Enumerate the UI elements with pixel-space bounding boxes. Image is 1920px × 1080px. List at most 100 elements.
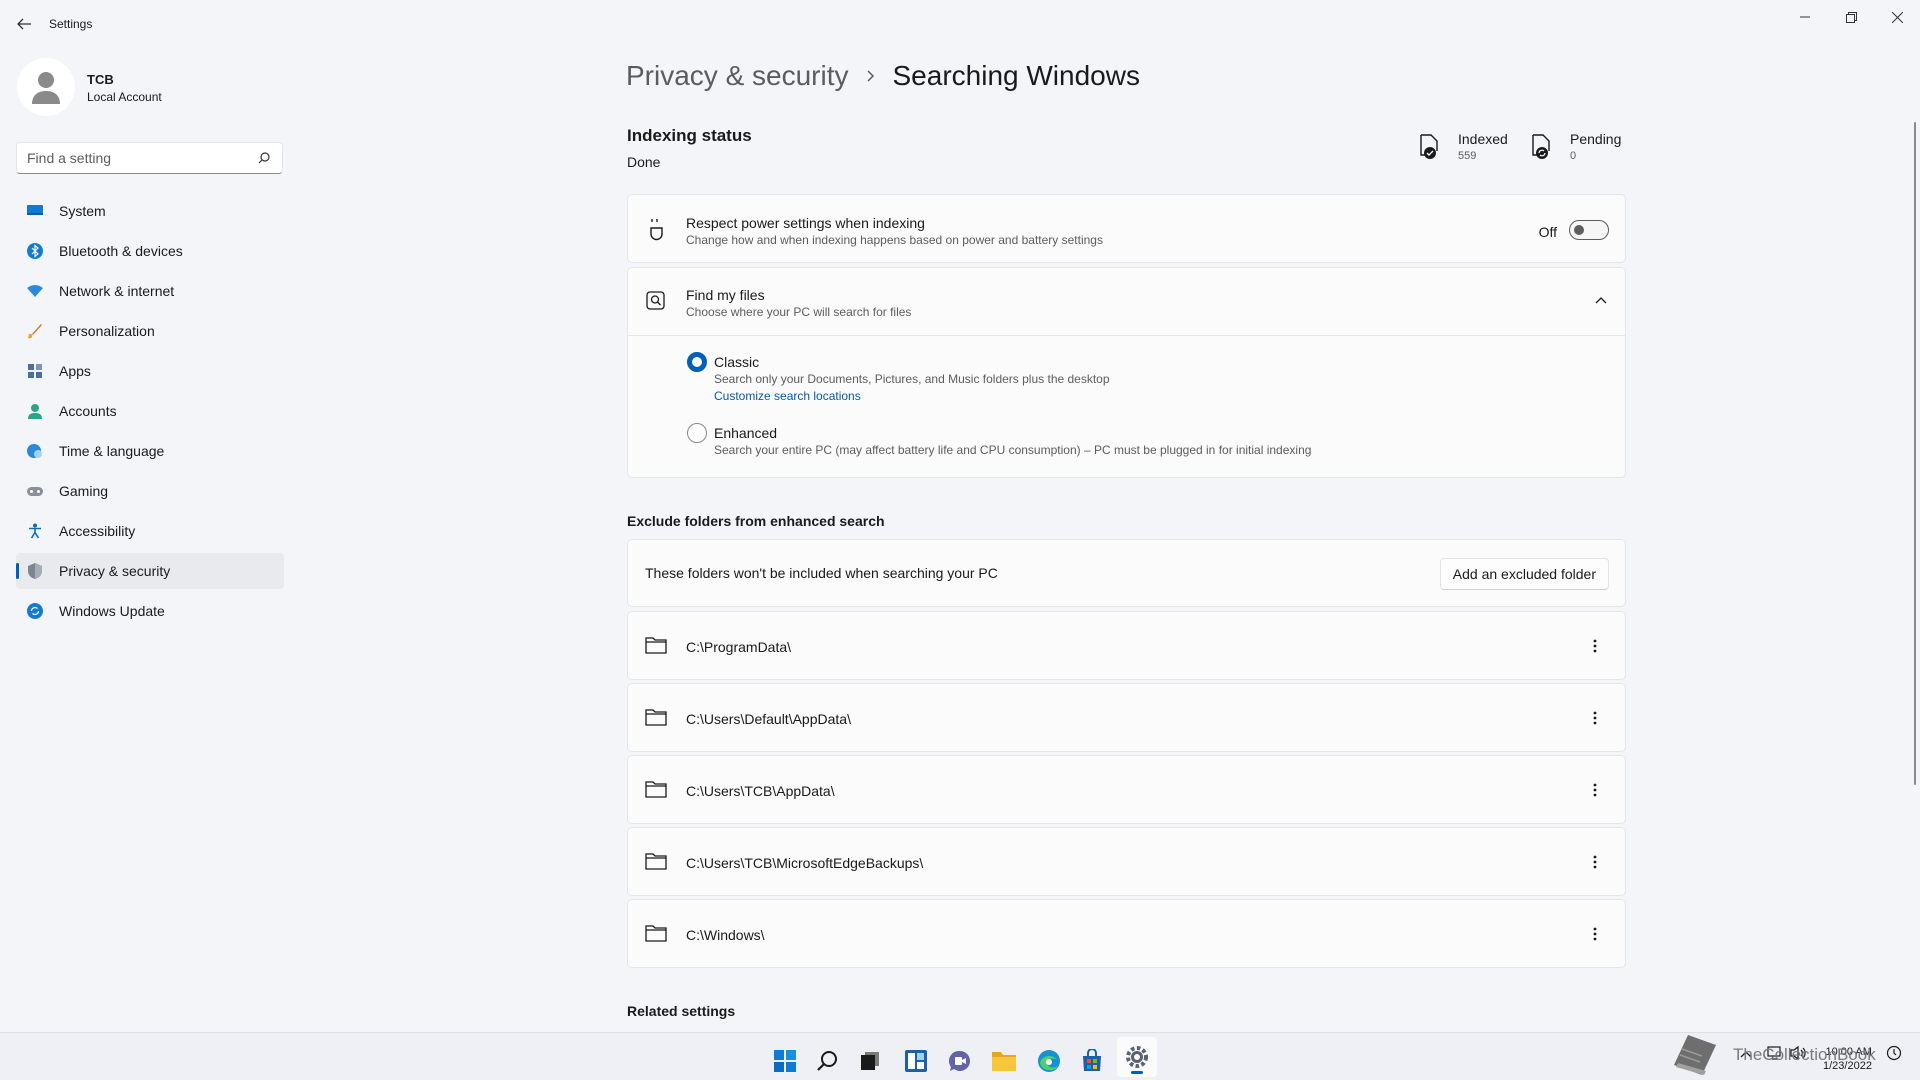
sidebar-item-personalization[interactable]: Personalization	[16, 313, 284, 349]
globe-clock-icon	[27, 444, 42, 458]
find-my-files-subtitle: Choose where your PC will search for fil…	[686, 305, 912, 319]
scrollbar[interactable]	[1914, 122, 1916, 785]
more-options-button[interactable]	[1585, 778, 1605, 802]
sidebar-item-gaming[interactable]: Gaming	[16, 473, 284, 509]
back-arrow-icon	[17, 18, 31, 30]
classic-radio[interactable]	[687, 352, 707, 372]
close-button[interactable]	[1874, 5, 1920, 29]
excluded-folder-row: C:\ProgramData\	[627, 611, 1626, 680]
sidebar-item-accessibility[interactable]: Accessibility	[16, 513, 284, 549]
chevron-right-icon	[865, 69, 875, 83]
watermark-text: TheCollectionBook	[1733, 1045, 1876, 1064]
page-title: Searching Windows	[892, 60, 1140, 91]
customize-search-locations-link[interactable]: Customize search locations	[714, 389, 861, 403]
excluded-folder-row: C:\Users\Default\AppData\	[627, 683, 1626, 752]
sidebar-item-label: Network & internet	[59, 283, 175, 299]
pending-file-icon	[1532, 134, 1550, 159]
sidebar-item-time-language[interactable]: Time & language	[16, 433, 284, 469]
folder-icon	[645, 853, 667, 870]
more-options-button[interactable]	[1585, 706, 1605, 730]
sidebar-item-privacy-security[interactable]: Privacy & security	[16, 553, 284, 589]
more-options-button[interactable]	[1585, 634, 1605, 658]
taskbar-search-button[interactable]	[808, 1041, 848, 1080]
excluded-folder-row: C:\Users\TCB\MicrosoftEdgeBackups\	[627, 827, 1626, 896]
indexed-file-icon	[1420, 134, 1438, 159]
related-settings-heading: Related settings	[627, 1003, 736, 1019]
enhanced-radio[interactable]	[687, 423, 707, 443]
indexing-status-value: Done	[627, 154, 661, 170]
notifications-button[interactable]	[1886, 1045, 1902, 1064]
folder-path: C:\Users\TCB\AppData\	[686, 783, 835, 799]
task-view-button[interactable]	[850, 1041, 890, 1080]
more-options-button[interactable]	[1585, 922, 1605, 946]
search-input[interactable]	[17, 143, 247, 173]
sidebar-item-label: Gaming	[59, 483, 109, 499]
folder-icon	[645, 637, 667, 654]
restore-button[interactable]	[1828, 5, 1874, 29]
person-icon	[28, 404, 42, 419]
more-vertical-icon	[1593, 639, 1597, 653]
chat-button[interactable]	[940, 1041, 980, 1080]
search-icon	[817, 1051, 837, 1071]
settings-app-button[interactable]	[1117, 1037, 1157, 1077]
power-toggle-state: Off	[1538, 224, 1557, 240]
profile-account-type: Local Account	[87, 90, 162, 104]
apps-icon	[28, 364, 42, 378]
excluded-folder-row: C:\Users\TCB\AppData\	[627, 755, 1626, 824]
sidebar-item-bluetooth[interactable]: Bluetooth & devices	[16, 233, 284, 269]
find-my-files-header[interactable]: Find my files Choose where your PC will …	[628, 268, 1625, 335]
folder-icon	[645, 781, 667, 798]
widgets-button[interactable]	[896, 1041, 936, 1080]
sidebar-item-network[interactable]: Network & internet	[16, 273, 284, 309]
folder-icon	[645, 925, 667, 942]
sidebar-item-label: Bluetooth & devices	[59, 243, 183, 259]
chat-icon	[948, 1050, 970, 1071]
find-my-files-title: Find my files	[686, 287, 765, 303]
user-profile[interactable]: TCB Local Account	[17, 58, 277, 118]
search-folder-icon	[646, 291, 665, 310]
toggle-knob	[1574, 225, 1584, 235]
sidebar-item-label: Windows Update	[59, 603, 165, 619]
edge-button[interactable]	[1029, 1041, 1069, 1080]
more-options-button[interactable]	[1585, 850, 1605, 874]
power-settings-toggle[interactable]	[1569, 220, 1609, 240]
pending-label: Pending	[1570, 131, 1622, 147]
exclude-folders-description: These folders won't be included when sea…	[645, 565, 998, 581]
power-settings-card: Respect power settings when indexing Cha…	[627, 194, 1626, 263]
breadcrumb: Privacy & security Searching Windows	[626, 56, 1140, 96]
settings-search[interactable]	[16, 142, 283, 174]
sidebar-nav: System Bluetooth & devices Network & int…	[16, 193, 284, 633]
person-avatar-icon	[32, 72, 60, 104]
sidebar-item-label: Time & language	[59, 443, 165, 459]
accessibility-icon	[29, 523, 41, 539]
sidebar-item-system[interactable]: System	[16, 193, 284, 229]
store-button[interactable]	[1072, 1041, 1112, 1080]
sidebar-item-windows-update[interactable]: Windows Update	[16, 593, 284, 629]
shield-icon	[28, 563, 42, 579]
folder-path: C:\Users\Default\AppData\	[686, 711, 851, 727]
restore-icon	[1845, 11, 1857, 23]
more-vertical-icon	[1593, 927, 1597, 941]
more-vertical-icon	[1593, 711, 1597, 725]
sidebar-item-accounts[interactable]: Accounts	[16, 393, 284, 429]
folder-path: C:\Users\TCB\MicrosoftEdgeBackups\	[686, 855, 924, 871]
widgets-icon	[905, 1050, 927, 1072]
more-vertical-icon	[1593, 783, 1597, 797]
file-explorer-button[interactable]	[984, 1041, 1024, 1080]
app-title: Settings	[49, 17, 93, 31]
find-my-files-card: Find my files Choose where your PC will …	[627, 267, 1626, 478]
add-excluded-folder-button[interactable]: Add an excluded folder	[1439, 558, 1609, 590]
active-app-indicator	[1131, 1071, 1143, 1074]
breadcrumb-parent-link[interactable]: Privacy & security	[626, 60, 849, 92]
excluded-folder-row: C:\Windows\	[627, 899, 1626, 968]
taskbar: 10:00 AM 1/23/2022	[0, 1032, 1920, 1080]
monitor-icon	[27, 205, 43, 215]
avatar	[17, 58, 75, 116]
back-button[interactable]	[12, 12, 36, 36]
exclude-folders-heading: Exclude folders from enhanced search	[627, 513, 885, 529]
sidebar-item-apps[interactable]: Apps	[16, 353, 284, 389]
minimize-button[interactable]	[1782, 5, 1828, 29]
start-icon	[774, 1050, 796, 1072]
start-button[interactable]	[765, 1041, 805, 1080]
book-logo-icon	[1674, 1035, 1716, 1075]
